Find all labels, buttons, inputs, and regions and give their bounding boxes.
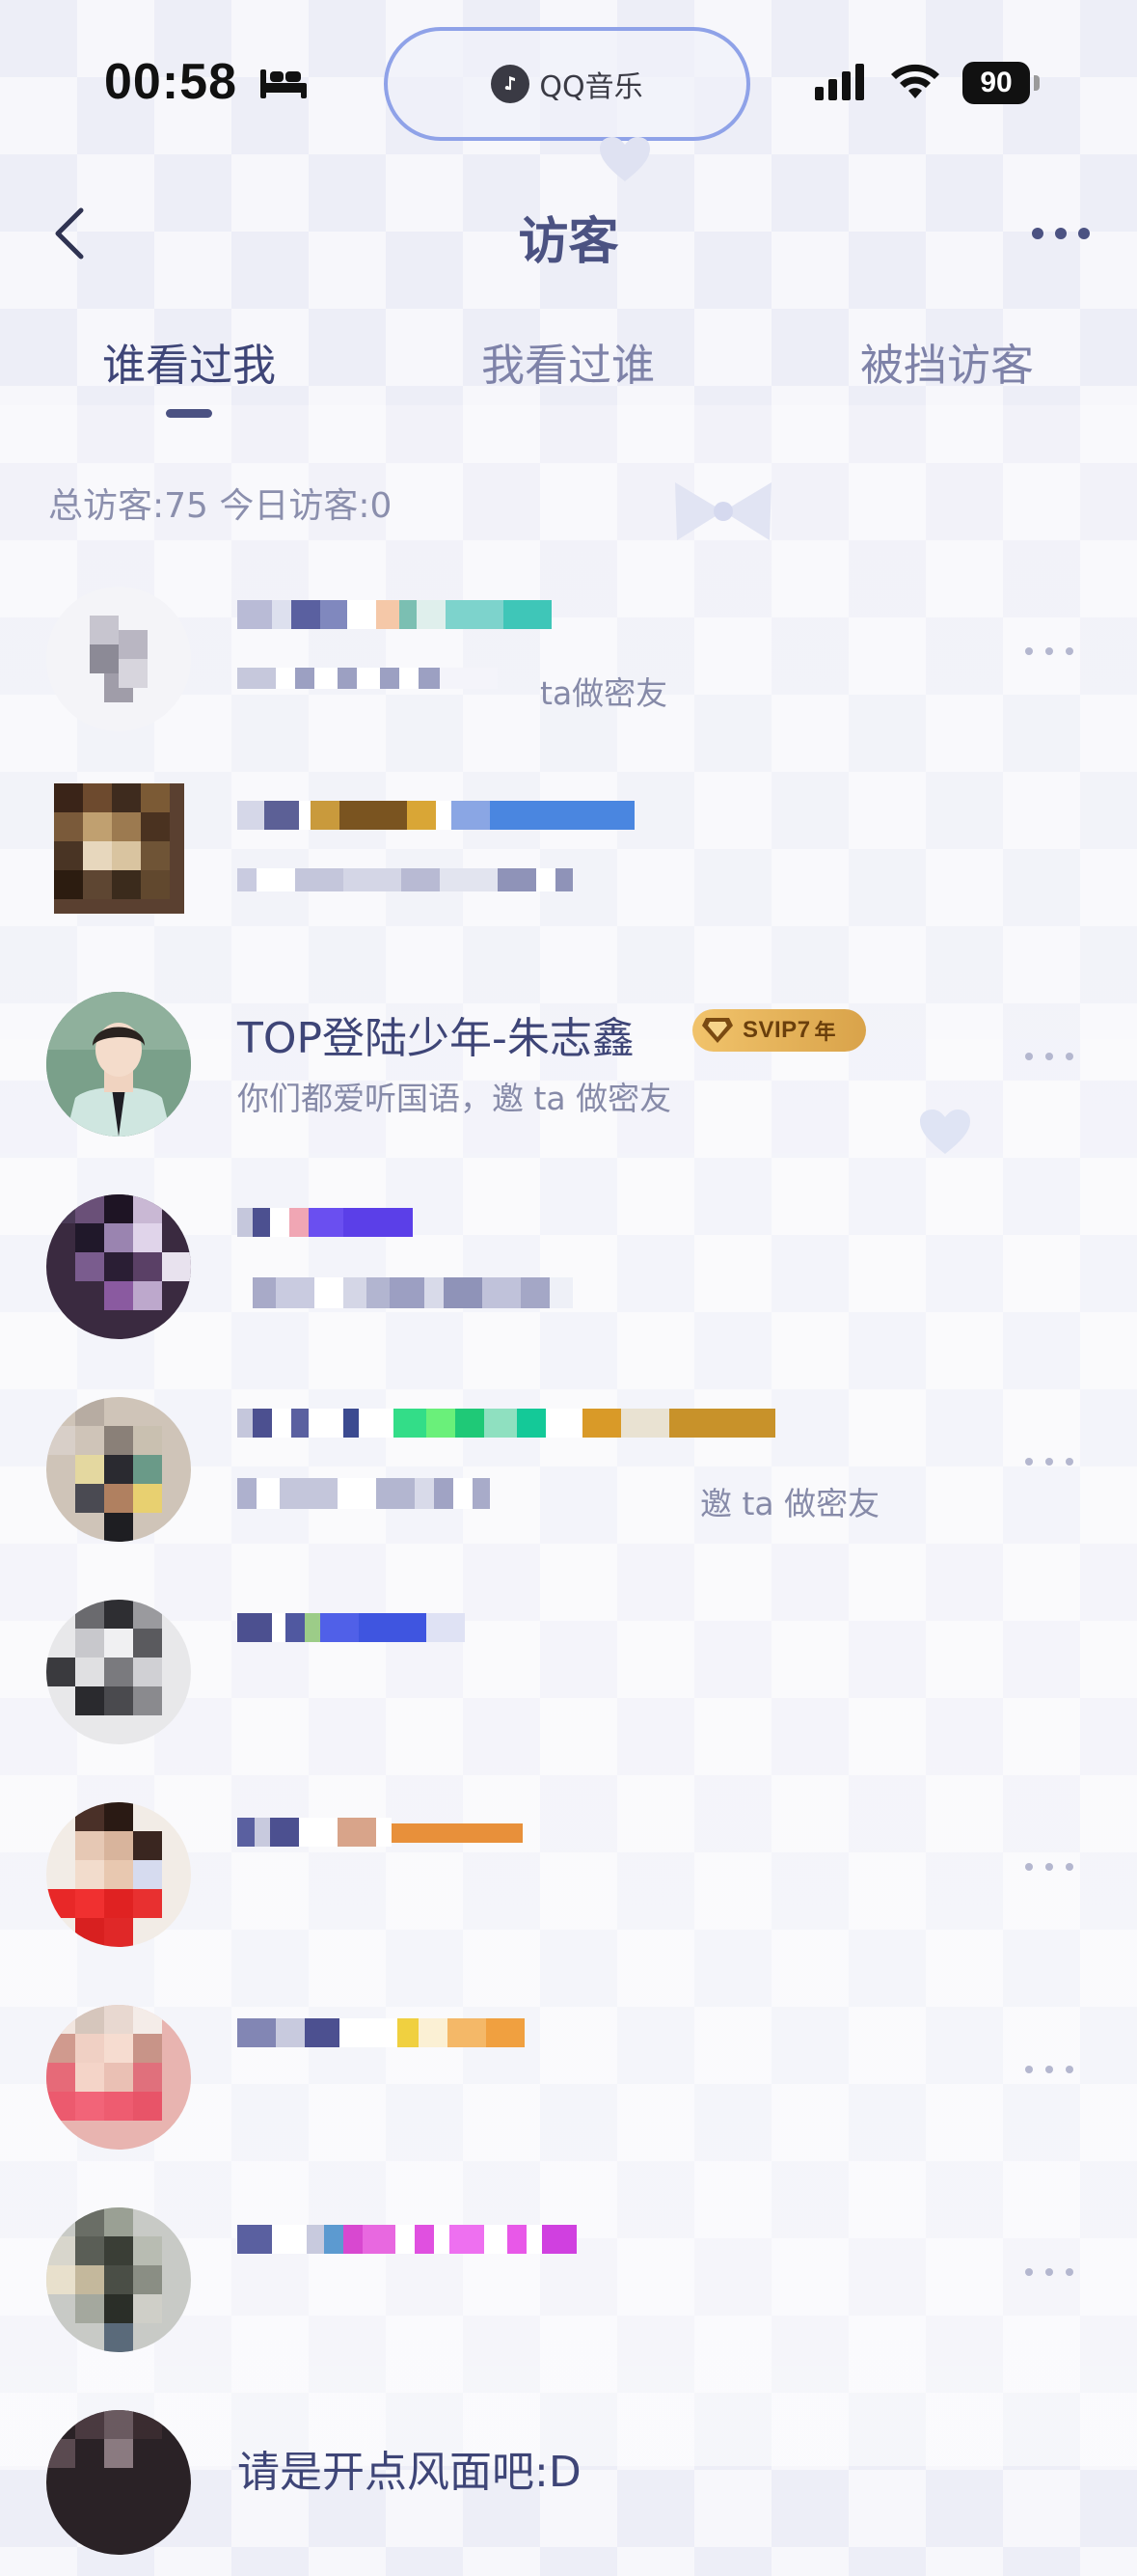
- heart-decoration-icon: [600, 137, 650, 181]
- pixelated-name: [237, 801, 635, 830]
- tab-who-viewed-me[interactable]: 谁看过我: [0, 330, 378, 393]
- island-label: QQ音乐: [539, 70, 643, 104]
- pixelated-name: [237, 1409, 775, 1438]
- avatar[interactable]: [46, 992, 191, 1137]
- pixelated-subtitle: [237, 868, 573, 891]
- more-options-icon[interactable]: [1022, 1050, 1076, 1063]
- visitor-subtitle: 你们都爱听国语，邀 ta 做密友: [237, 1080, 672, 1117]
- avatar[interactable]: [46, 2207, 191, 2352]
- more-options-icon[interactable]: [1022, 1860, 1076, 1874]
- battery-tip: [1034, 75, 1040, 91]
- tab-who-i-viewed[interactable]: 我看过谁: [379, 330, 757, 393]
- visitor-name: 请是开点风面吧:D: [237, 2448, 582, 2497]
- avatar[interactable]: [46, 1397, 191, 1542]
- status-bar: 00:58 QQ音乐 90: [0, 0, 1137, 164]
- visitor-row[interactable]: [0, 762, 1137, 955]
- visitor-row[interactable]: [0, 1573, 1137, 1766]
- visitor-row[interactable]: TOP登陆少年-朱志鑫 SVIP7 年 你们都爱听国语，邀 ta 做密友: [0, 965, 1137, 1158]
- avatar[interactable]: [46, 1194, 191, 1339]
- pixelated-subtitle: [253, 1277, 573, 1308]
- dynamic-island-now-playing[interactable]: QQ音乐: [384, 27, 750, 141]
- vip-diamond-icon: [702, 1018, 733, 1043]
- visitor-name: TOP登陆少年-朱志鑫: [237, 1014, 635, 1063]
- more-options-icon[interactable]: [1022, 644, 1076, 658]
- visitor-stats: 总访客:75 今日访客:0: [48, 486, 393, 526]
- vip-year-label: 年: [814, 1021, 836, 1045]
- bow-decoration-icon: [675, 482, 772, 540]
- visitor-row[interactable]: 邀 ta 做密友: [0, 1370, 1137, 1563]
- visitor-subtitle: ta做密友: [540, 674, 668, 712]
- visitor-subtitle: 邀 ta 做密友: [700, 1485, 880, 1522]
- cellular-signal-icon: [815, 64, 864, 100]
- battery-indicator: 90: [962, 62, 1030, 104]
- visitor-row[interactable]: [0, 1167, 1137, 1360]
- avatar[interactable]: [46, 587, 191, 731]
- pixelated-name: [237, 1208, 413, 1237]
- tab-blocked-visitors[interactable]: 被挡访客: [758, 330, 1136, 393]
- pixelated-name: [237, 2225, 577, 2254]
- qq-music-logo-icon: [491, 65, 530, 103]
- visitor-tabs: 谁看过我 我看过谁 被挡访客: [0, 318, 1137, 425]
- svip-badge: SVIP7 年: [692, 1009, 866, 1052]
- pixelated-name: [237, 1818, 523, 1847]
- sleep-focus-icon: [260, 69, 307, 98]
- visitor-row[interactable]: ta做密友: [0, 560, 1137, 753]
- visitor-row[interactable]: [0, 1775, 1137, 1968]
- pixelated-subtitle: [237, 668, 498, 689]
- more-options-icon[interactable]: [1030, 224, 1092, 243]
- page-title: 访客: [518, 213, 619, 271]
- pixelated-name: [237, 1613, 465, 1642]
- pixelated-subtitle: [237, 1478, 490, 1509]
- more-options-icon[interactable]: [1022, 2265, 1076, 2279]
- avatar[interactable]: [46, 2410, 191, 2555]
- avatar[interactable]: [46, 2005, 191, 2150]
- more-options-icon[interactable]: [1022, 1455, 1076, 1468]
- avatar[interactable]: [54, 783, 184, 914]
- avatar[interactable]: [46, 1600, 191, 1744]
- wifi-icon: [891, 64, 939, 98]
- tab-active-indicator: [166, 409, 212, 418]
- avatar[interactable]: [46, 1802, 191, 1947]
- visitor-row[interactable]: [0, 2180, 1137, 2373]
- visitor-row[interactable]: 请是开点风面吧:D: [0, 2383, 1137, 2576]
- vip-level-label: SVIP7: [743, 1017, 811, 1043]
- status-time: 00:58: [104, 54, 237, 110]
- more-options-icon[interactable]: [1022, 2063, 1076, 2076]
- pixelated-name: [237, 2018, 525, 2047]
- visitor-row[interactable]: [0, 1978, 1137, 2171]
- avatar-photo: [46, 992, 191, 1137]
- pixelated-name: [237, 600, 552, 629]
